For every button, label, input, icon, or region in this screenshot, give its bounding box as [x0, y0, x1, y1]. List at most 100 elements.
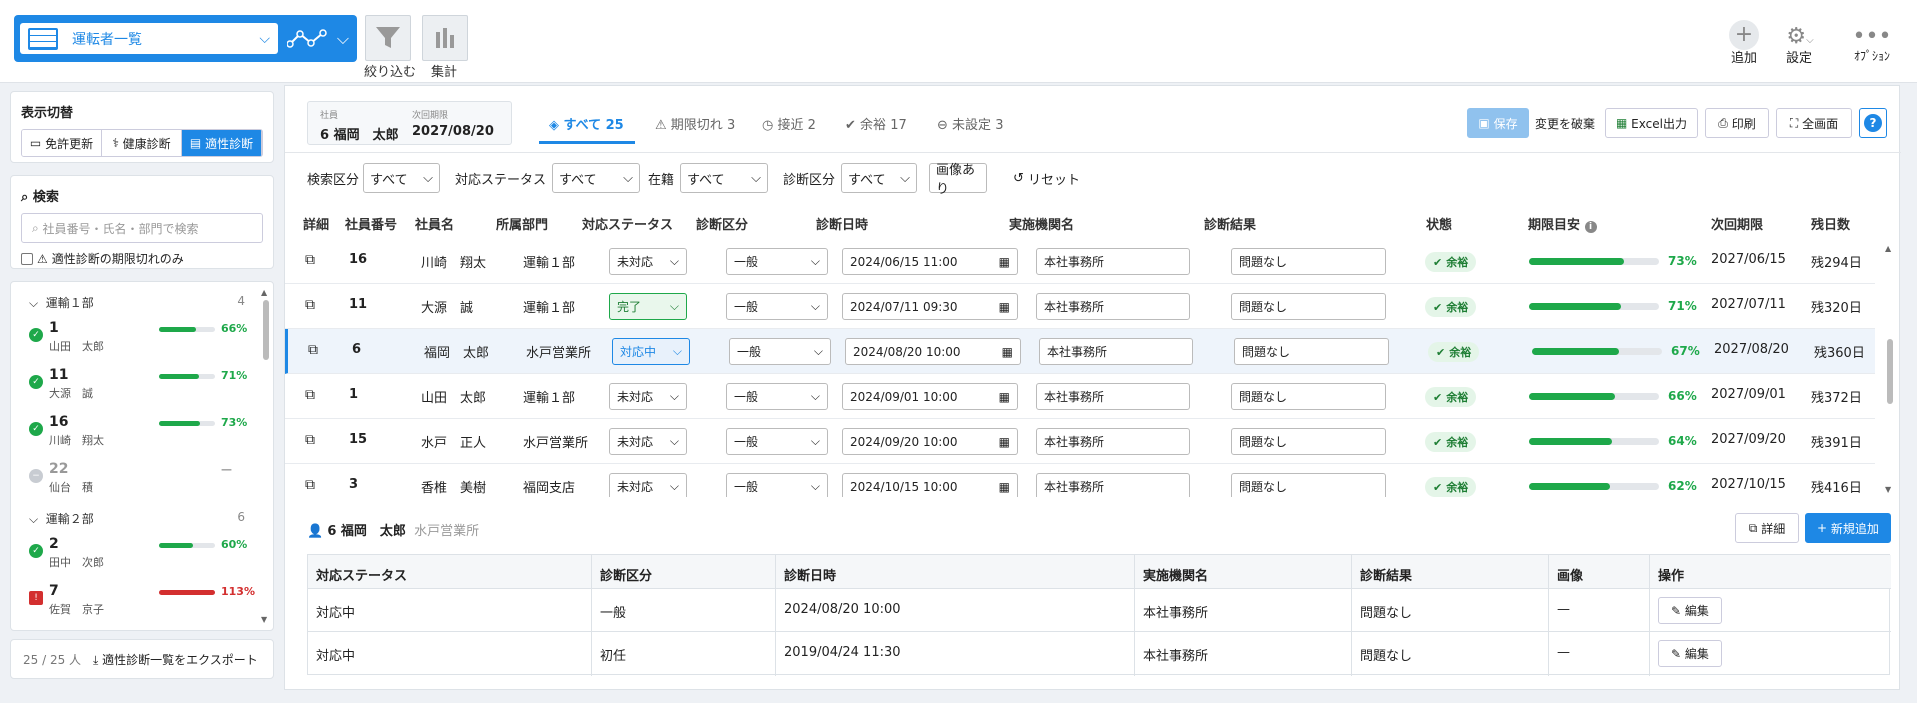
date-input[interactable]: 2024/08/20 10:00 ▦ [845, 338, 1021, 365]
check-circle-icon: ✔ [1433, 300, 1443, 314]
help-button[interactable]: ? [1859, 108, 1887, 138]
tab-expired[interactable]: ⚠ 期限切れ 3 [655, 114, 735, 133]
table-icon [28, 27, 58, 50]
enroll-select[interactable]: すべて ⌵ [680, 163, 769, 193]
org-input[interactable]: 本社事務所 [1036, 293, 1190, 320]
result-input[interactable]: 問題なし [1231, 248, 1386, 275]
funnel-icon [376, 27, 400, 48]
switch-license[interactable]: ▭ 免許更新 [22, 130, 102, 156]
expiry-pct: 73% [1668, 254, 1697, 268]
edit-button[interactable]: ✎ 編集 [1658, 597, 1722, 624]
external-link-icon[interactable]: ⧉ [305, 252, 315, 268]
tab-spare[interactable]: ✔ 余裕 17 [845, 114, 907, 133]
status-select[interactable]: 未対応 ⌵ [609, 383, 687, 410]
diag-select[interactable]: すべて ⌵ [841, 163, 918, 193]
org-input[interactable]: 本社事務所 [1036, 473, 1190, 497]
tab-unset[interactable]: ⊖ 未設定 3 [937, 114, 1003, 133]
result-input[interactable]: 問題なし [1231, 473, 1386, 497]
view-selector[interactable]: 運転者一覧 ⌵ ⌵ [14, 15, 357, 62]
expired-only-label: 適性診断の期限切れのみ [51, 252, 184, 266]
tab-label: 未設定 [952, 118, 992, 133]
table-row[interactable]: ⧉ 16 川崎 翔太 運輸１部 未対応 ⌵ 一般 ⌵ 2024/06/15 11:00 ▦ 本社事務… [285, 239, 1875, 284]
external-link-icon[interactable]: ⧉ [305, 387, 315, 403]
kind-select[interactable]: 一般 ⌵ [726, 473, 828, 497]
external-link-icon[interactable]: ⧉ [305, 432, 315, 448]
expired-only-checkbox[interactable] [21, 252, 33, 265]
save-button[interactable]: ▣ 保存 [1467, 108, 1529, 138]
status-select[interactable]: 未対応 ⌵ [609, 428, 687, 455]
image-only-button[interactable]: 画像あり [929, 163, 987, 197]
aggregate-button[interactable] [422, 15, 468, 61]
search-input[interactable]: ⌕ 社員番号・氏名・部門で検索 [21, 213, 263, 243]
org-input[interactable]: 本社事務所 [1039, 338, 1193, 365]
external-link-icon[interactable]: ⧉ [305, 477, 315, 493]
calendar-icon: ▦ [998, 389, 1010, 404]
reset-button[interactable]: ↺ リセット [1013, 163, 1080, 193]
date-input[interactable]: 2024/09/20 10:00 ▦ [842, 428, 1018, 455]
progress-bar [159, 374, 215, 379]
org-input[interactable]: 本社事務所 [1036, 248, 1190, 275]
status-select[interactable]: すべて ⌵ [552, 163, 641, 193]
status-value: 未対応 [617, 255, 654, 269]
kind-select[interactable]: 一般 ⌵ [726, 428, 828, 455]
view-dropdown[interactable]: 運転者一覧 ⌵ [20, 23, 278, 54]
options-label[interactable]: ｵﾌﾟｼｮﾝ [1842, 47, 1902, 64]
switch-health[interactable]: ⚕ 健康診断 [102, 130, 182, 156]
kind-select[interactable]: 一般 ⌵ [726, 293, 828, 320]
more-icon[interactable]: ••• [1852, 24, 1892, 49]
check-circle-icon: ✔ [1433, 255, 1443, 269]
chart-view-button[interactable]: ⌵ [282, 23, 354, 54]
table-row[interactable]: ⧉ 3 香椎 美樹 福岡支店 未対応 ⌵ 一般 ⌵ 2024/10/15 10:00 ▦ 本社事務所… [285, 464, 1875, 497]
kind-select[interactable]: 一般 ⌵ [726, 383, 828, 410]
external-link-icon[interactable]: ⧉ [305, 297, 315, 313]
date-input[interactable]: 2024/06/15 11:00 ▦ [842, 248, 1018, 275]
print-button[interactable]: ⎙ 印刷 [1705, 108, 1769, 138]
table-row[interactable]: ⧉ 11 大源 誠 運輸１部 完了 ⌵ 一般 ⌵ 2024/07/11 09:30 ▦ 本社事務所 問… [285, 284, 1875, 329]
kind-select[interactable]: すべて ⌵ [363, 163, 441, 193]
edit-button[interactable]: ✎ 編集 [1658, 640, 1722, 667]
table-row[interactable]: ⧉ 6 福岡 太郎 水戸営業所 対応中 ⌵ 一般 ⌵ 2024/08/20 10:00 ▦ 本社事務… [285, 329, 1875, 374]
date-input[interactable]: 2024/09/01 10:00 ▦ [842, 383, 1018, 410]
state-badge: ✔ 余裕 [1425, 387, 1477, 407]
diagnosis-table: ⧉ 16 川崎 翔太 運輸１部 未対応 ⌵ 一般 ⌵ 2024/06/15 11:00 ▦ 本社事務… [285, 239, 1881, 497]
add-label[interactable]: 追加 [1714, 47, 1774, 66]
kind-select[interactable]: 一般 ⌵ [729, 338, 831, 365]
kind-select[interactable]: 一般 ⌵ [726, 248, 828, 275]
date-input[interactable]: 2024/10/15 10:00 ▦ [842, 473, 1018, 497]
discard-button[interactable]: 変更を破棄 [1530, 108, 1600, 138]
group-header[interactable]: ⌵ 運輸１部 [29, 294, 94, 311]
filter-button[interactable] [365, 15, 411, 61]
table-row[interactable]: ⧉ 1 山田 太郎 運輸１部 未対応 ⌵ 一般 ⌵ 2024/09/01 10:00 ▦ 本社事務所… [285, 374, 1875, 419]
status-value: 完了 [617, 300, 642, 314]
detail-button[interactable]: ⧉ 詳細 [1735, 513, 1799, 543]
scrollbar[interactable]: ▲ ▼ [261, 286, 271, 626]
status-select[interactable]: 完了 ⌵ [609, 293, 687, 320]
row-next: 2027/06/15 [1711, 252, 1786, 267]
group-header[interactable]: ⌵ 運輸２部 [29, 510, 94, 527]
status-select[interactable]: 対応中 ⌵ [612, 338, 690, 365]
result-input[interactable]: 問題なし [1231, 428, 1386, 455]
status-select[interactable]: 未対応 ⌵ [609, 473, 687, 497]
tab-approaching[interactable]: ◷ 接近 2 [762, 114, 816, 133]
emp-caption: 社員 [320, 111, 339, 121]
check-icon: ✓ [29, 544, 43, 558]
table-scrollbar[interactable]: ▲ ▼ [1885, 244, 1895, 494]
settings-label[interactable]: 設定 [1769, 47, 1829, 66]
org-input[interactable]: 本社事務所 [1036, 383, 1190, 410]
new-record-button[interactable]: + 新規追加 [1805, 513, 1891, 543]
external-link-icon[interactable]: ⧉ [308, 342, 318, 358]
date-input[interactable]: 2024/07/11 09:30 ▦ [842, 293, 1018, 320]
org-input[interactable]: 本社事務所 [1036, 428, 1190, 455]
fullscreen-button[interactable]: ⛶ 全画面 [1776, 108, 1852, 138]
gear-icon[interactable]: ⚙⌵ [1780, 24, 1820, 49]
result-input[interactable]: 問題なし [1231, 293, 1386, 320]
emp-name: 大源 誠 [49, 387, 93, 400]
status-select[interactable]: 未対応 ⌵ [609, 248, 687, 275]
export-link[interactable]: ⤓ 適性診断一覧をエクスポート [93, 651, 258, 668]
switch-aptitude[interactable]: ▤ 適性診断 [182, 130, 262, 156]
result-input[interactable]: 問題なし [1231, 383, 1386, 410]
result-input[interactable]: 問題なし [1234, 338, 1389, 365]
table-row[interactable]: ⧉ 15 水戸 正人 水戸営業所 未対応 ⌵ 一般 ⌵ 2024/09/20 10:00 ▦ 本社事… [285, 419, 1875, 464]
tab-all[interactable]: ◈ すべて 25 [549, 114, 624, 133]
excel-export-button[interactable]: ▦ Excel出力 [1605, 108, 1698, 138]
